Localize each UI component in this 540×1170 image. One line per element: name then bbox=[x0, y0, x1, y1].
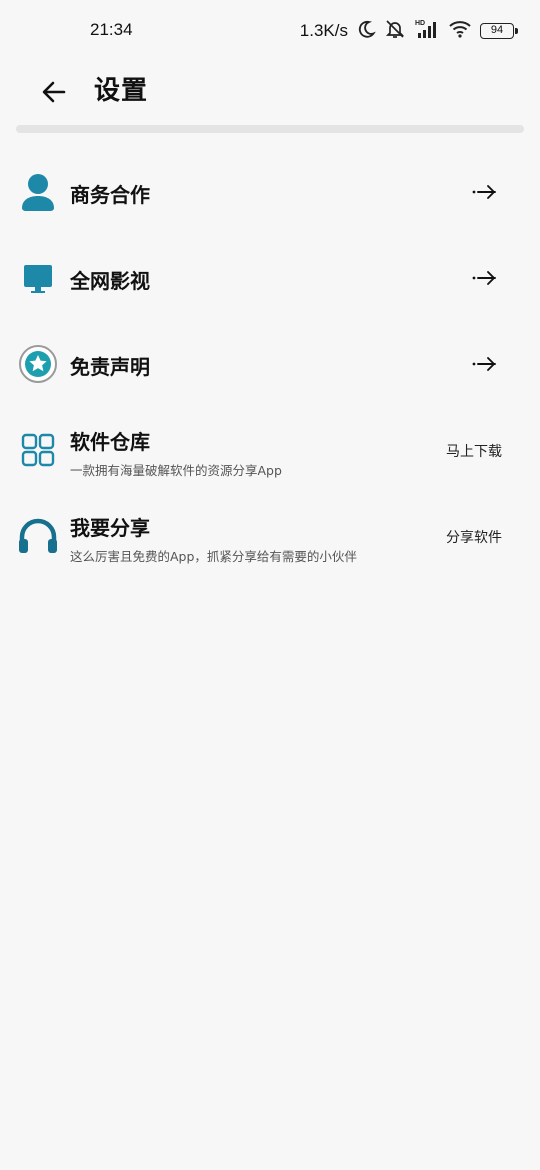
arrow-right-icon bbox=[470, 266, 500, 290]
menu-item-disclaimer[interactable]: 免责声明 bbox=[0, 322, 540, 408]
headphones-icon bbox=[18, 516, 58, 556]
arrow-left-icon bbox=[42, 81, 66, 103]
moon-icon bbox=[356, 19, 376, 43]
arrow-right-icon bbox=[470, 352, 500, 376]
settings-menu: 商务合作 全网影视 免责声明 软件仓库 一款拥有海量破解软件的资源分享App 马… bbox=[0, 150, 540, 580]
status-time: 21:34 bbox=[90, 20, 133, 39]
bell-muted-icon bbox=[384, 18, 406, 44]
menu-item-share[interactable]: 我要分享 这么厉害且免费的App，抓紧分享给有需要的小伙伴 分享软件 bbox=[0, 494, 540, 580]
battery-icon: 94 bbox=[480, 23, 518, 39]
svg-text:HD: HD bbox=[415, 20, 425, 27]
menu-item-label: 免责声明 bbox=[70, 355, 150, 379]
hd-signal-icon: HD bbox=[414, 18, 440, 44]
menu-item-label: 软件仓库 bbox=[70, 430, 150, 454]
status-icons: 1.3K/s HD 94 bbox=[299, 18, 518, 44]
network-speed: 1.3K/s bbox=[299, 21, 348, 40]
star-badge-icon bbox=[18, 344, 58, 384]
back-button[interactable] bbox=[34, 72, 74, 112]
menu-item-business[interactable]: 商务合作 bbox=[0, 150, 540, 236]
download-now-button[interactable]: 马上下载 bbox=[446, 441, 502, 461]
menu-item-subtitle: 这么厉害且免费的App，抓紧分享给有需要的小伙伴 bbox=[70, 549, 357, 564]
header: 设置 bbox=[0, 62, 540, 118]
arrow-right-icon bbox=[470, 180, 500, 204]
menu-item-software-store[interactable]: 软件仓库 一款拥有海量破解软件的资源分享App 马上下载 bbox=[0, 408, 540, 494]
status-bar: 21:34 1.3K/s HD 94 bbox=[0, 0, 540, 62]
menu-item-label: 全网影视 bbox=[70, 269, 150, 293]
person-icon bbox=[18, 172, 58, 212]
wifi-icon bbox=[448, 19, 472, 43]
monitor-icon bbox=[18, 258, 58, 298]
grid-icon bbox=[18, 430, 58, 470]
menu-item-subtitle: 一款拥有海量破解软件的资源分享App bbox=[70, 463, 282, 478]
menu-item-label: 我要分享 bbox=[70, 516, 150, 540]
page-title: 设置 bbox=[94, 76, 149, 106]
menu-item-label: 商务合作 bbox=[70, 183, 150, 207]
header-divider bbox=[16, 125, 524, 133]
menu-item-video[interactable]: 全网影视 bbox=[0, 236, 540, 322]
share-software-button[interactable]: 分享软件 bbox=[446, 527, 502, 547]
